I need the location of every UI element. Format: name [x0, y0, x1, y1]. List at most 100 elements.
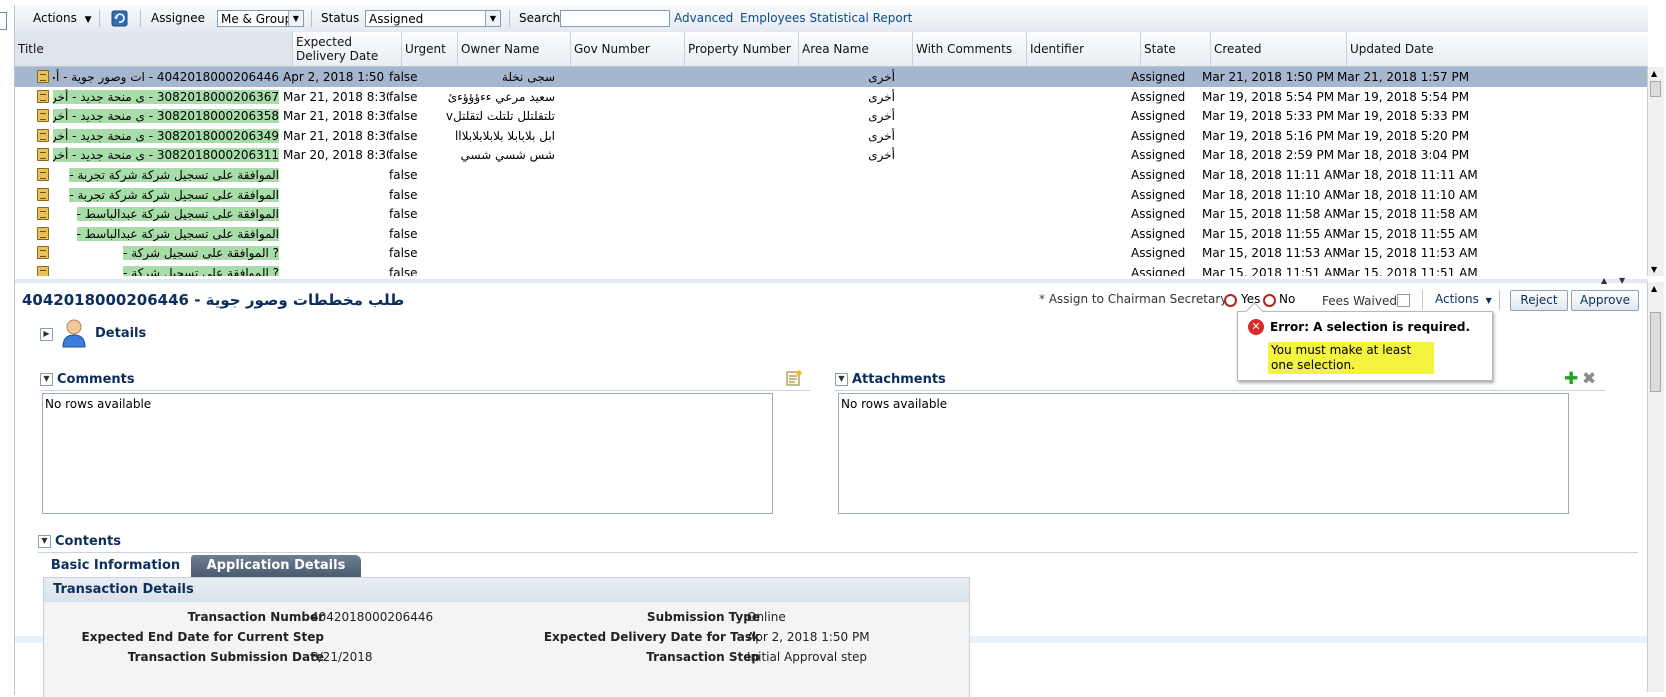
scroll-up-icon[interactable]: ▲ [1651, 284, 1657, 293]
title-cell: الموافقة على تسجيل شركة عبدالباسط - [53, 204, 279, 224]
updated-date-cell: Mar 19, 2018 5:54 PM [1337, 89, 1470, 104]
fees-waived-checkbox[interactable] [1397, 294, 1410, 307]
advanced-search-link[interactable]: Advanced [674, 5, 733, 32]
attachments-empty-text: No rows available [841, 397, 948, 411]
column-header-with-comments[interactable]: With Comments [913, 32, 1027, 66]
comments-section-header[interactable]: ▼ Comments [40, 372, 810, 391]
table-row[interactable]: 3082018000206349 - ى منحة جديد - أخرى Mar… [15, 126, 1648, 146]
add-attachment-icon[interactable]: ✚ [1564, 371, 1578, 388]
task-title-link[interactable]: 3082018000206311 - ى منحة جديد - أخرى [53, 148, 279, 163]
employees-report-link[interactable]: Employees Statistical Report [740, 5, 912, 32]
state-cell: Assigned [1131, 226, 1186, 241]
attachments-label: Attachments [852, 372, 946, 387]
table-scrollbar[interactable]: ▲ ▼ [1647, 67, 1664, 276]
task-title-link[interactable]: الموافقة على تسجيل شركة شركة تجربة - [69, 187, 279, 202]
title-cell: 3082018000206358 - ى منحة جديد - أخرى [53, 106, 279, 126]
task-title-link[interactable]: الموافقة على تسجيل شركة شركة تجربة - [69, 168, 279, 182]
table-row[interactable]: الموافقة على تسجيل شركة عبدالباسط - false… [15, 224, 1648, 244]
state-cell: Assigned [1131, 89, 1186, 104]
table-row[interactable]: ? الموافقة على تسجيل شركة - false Assigned… [15, 263, 1648, 276]
updated-date-cell: Mar 15, 2018 11:58 AM [1337, 207, 1478, 222]
column-header-created[interactable]: Created [1211, 32, 1347, 66]
contents-section-header[interactable]: ▼ Contents [38, 534, 1638, 553]
table-row[interactable]: الموافقة على تسجيل شركة عبدالباسط - false… [15, 204, 1648, 224]
task-title-link[interactable]: 3082018000206358 - ى منحة جديد - أخرى [53, 109, 279, 124]
yes-radio[interactable] [1224, 294, 1237, 307]
attachments-section-header[interactable]: ▼ Attachments [835, 372, 1605, 391]
scroll-thumb[interactable] [1650, 312, 1661, 392]
column-header-urgent[interactable]: Urgent [402, 32, 458, 66]
title-cell: ? الموافقة على تسجيل شركة - [53, 243, 279, 263]
details-disclosure[interactable]: ▶ [40, 327, 57, 341]
search-input[interactable] [560, 10, 670, 27]
assignee-select[interactable]: Me & Group ▼ [217, 10, 304, 27]
scroll-thumb[interactable] [1650, 81, 1661, 97]
created-cell: Mar 18, 2018 11:11 AM [1202, 168, 1338, 182]
table-row[interactable]: 3082018000206358 - ى منحة جديد - أخرى Mar… [15, 106, 1648, 126]
column-header-state[interactable]: State [1141, 32, 1211, 66]
left-edge-toggle[interactable] [0, 12, 7, 30]
refresh-icon[interactable] [111, 10, 128, 27]
task-table-header: Title Expected Delivery Date Urgent Owne… [15, 32, 1648, 67]
expected-delivery-cell: Mar 21, 2018 8:30 AM [283, 89, 389, 104]
scroll-down-icon[interactable]: ▼ [1651, 265, 1657, 274]
table-row[interactable]: ? الموافقة على تسجيل شركة - false Assigned… [15, 243, 1648, 263]
scroll-up-icon[interactable]: ▲ [1651, 69, 1657, 78]
updated-date-cell: Mar 21, 2018 1:57 PM [1337, 70, 1470, 84]
table-row[interactable]: 3082018000206311 - ى منحة جديد - أخرى Mar… [15, 145, 1648, 165]
table-row[interactable]: 4042018000206446 - ات وصور جوية - أخرى Ap… [15, 67, 1648, 87]
column-header-gov-number[interactable]: Gov Number [571, 32, 685, 66]
column-header-identifier[interactable]: Identifier [1027, 32, 1141, 66]
transaction-number-label: Transaction Number [187, 610, 324, 624]
error-icon: ✕ [1248, 319, 1264, 335]
column-header-title[interactable]: Title [15, 32, 293, 66]
dropdown-arrow-icon: ▼ [1485, 296, 1492, 305]
no-radio[interactable] [1263, 294, 1276, 307]
table-row[interactable]: الموافقة على تسجيل شركة شركة تجربة - fals… [15, 185, 1648, 205]
owner-name-cell: سجى نخلة [501, 70, 555, 84]
split-pane-divider[interactable]: ▲ ▼ [15, 276, 1648, 285]
task-title-link[interactable]: ? الموافقة على تسجيل شركة - [123, 246, 279, 261]
detail-scrollbar[interactable]: ▲ [1647, 282, 1664, 692]
details-label: Details [95, 326, 147, 341]
column-header-property-number[interactable]: Property Number [685, 32, 799, 66]
reject-button[interactable]: Reject [1510, 290, 1568, 311]
task-clipboard-icon [37, 148, 49, 162]
separator [1422, 290, 1423, 310]
table-row[interactable]: الموافقة على تسجيل شركة شركة تجربة - fals… [15, 165, 1648, 185]
task-title-link[interactable]: الموافقة على تسجيل شركة عبدالباسط - [76, 207, 279, 222]
transaction-step-label: Transaction Step [646, 650, 760, 664]
owner-name-cell [445, 224, 555, 244]
task-title-link[interactable]: 3082018000206349 - ى منحة جديد - أخرى [53, 128, 279, 143]
column-header-owner-name[interactable]: Owner Name [458, 32, 571, 66]
task-title-link[interactable]: 4042018000206446 - ات وصور جوية - أخرى [53, 70, 279, 84]
table-row[interactable]: 3082018000206367 - ى منحة جديد - أخرى Mar… [15, 87, 1648, 107]
column-header-expected-delivery[interactable]: Expected Delivery Date [293, 32, 402, 66]
urgent-cell: false [389, 246, 418, 261]
chevron-right-icon: ▶ [40, 328, 53, 341]
expected-delivery-cell: Mar 21, 2018 8:30 AM [283, 109, 389, 124]
created-cell: Mar 15, 2018 11:51 AM [1202, 266, 1338, 276]
collapse-down-icon[interactable]: ▼ [1619, 276, 1625, 285]
status-select[interactable]: Assigned ▼ [365, 10, 501, 27]
title-cell: 3082018000206311 - ى منحة جديد - أخرى [53, 145, 279, 165]
urgent-cell: false [389, 128, 418, 143]
task-clipboard-icon [37, 226, 49, 240]
approve-button[interactable]: Approve [1571, 290, 1639, 311]
chevron-down-icon: ▼ [485, 11, 500, 26]
task-title-link[interactable]: 3082018000206367 - ى منحة جديد - أخرى [53, 89, 279, 104]
remove-attachment-icon[interactable]: ✖ [1582, 371, 1596, 388]
tab-basic-information[interactable]: Basic Information [43, 555, 188, 577]
tab-application-details[interactable]: Application Details [191, 555, 361, 577]
column-header-updated-date[interactable]: Updated Date [1347, 32, 1647, 66]
collapse-up-icon[interactable]: ▲ [1601, 276, 1607, 285]
column-header-area-name[interactable]: Area Name [799, 32, 913, 66]
actions-menu[interactable]: Actions ▼ [33, 5, 92, 32]
expected-delivery-cell: Mar 20, 2018 8:30 AM [283, 148, 389, 163]
assign-chairman-label: * Assign to Chairman Secretary? [1039, 292, 1234, 306]
task-title-link[interactable]: الموافقة على تسجيل شركة عبدالباسط - [76, 226, 279, 241]
urgent-cell: false [389, 109, 418, 124]
task-title-link[interactable]: ? الموافقة على تسجيل شركة - [123, 266, 279, 276]
task-actions-menu[interactable]: Actions ▼ [1435, 292, 1492, 306]
add-comment-icon[interactable] [786, 370, 802, 386]
